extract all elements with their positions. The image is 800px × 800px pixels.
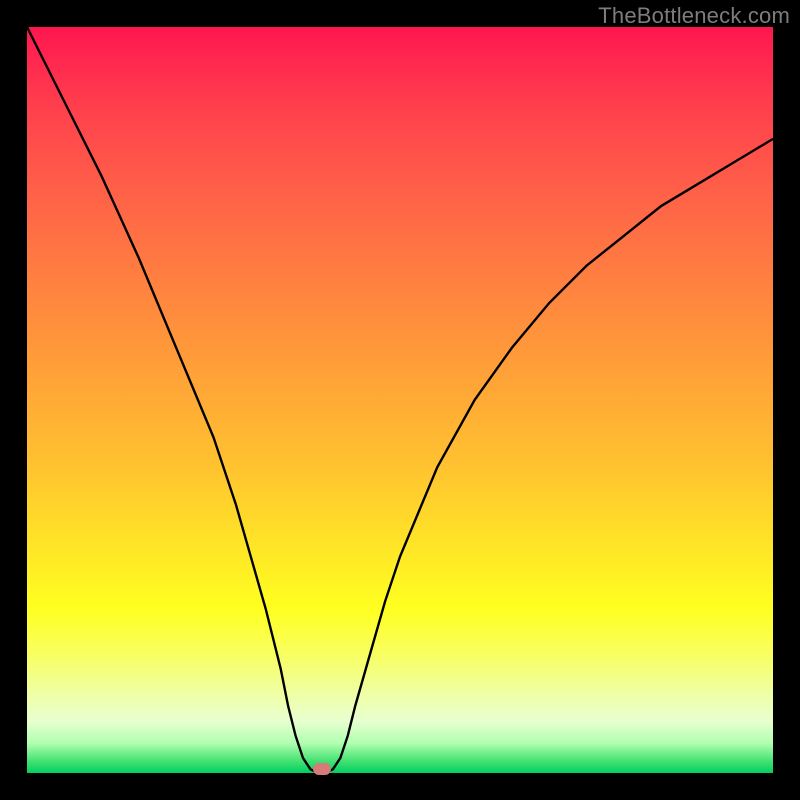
watermark-label: TheBottleneck.com [598, 3, 790, 29]
curve-path [27, 27, 773, 773]
chart-frame: TheBottleneck.com [0, 0, 800, 800]
chart-plot-area [27, 27, 773, 773]
optimal-point-marker [313, 763, 331, 775]
bottleneck-curve [27, 27, 773, 773]
